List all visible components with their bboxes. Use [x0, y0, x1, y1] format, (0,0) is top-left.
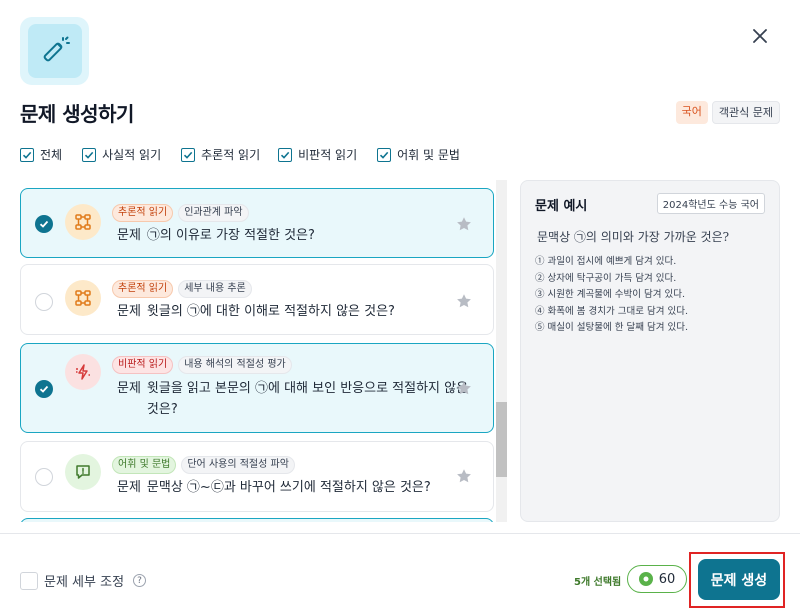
filter-factual-reading[interactable]: 사실적 읽기 [82, 146, 161, 163]
filter-vocabulary-grammar[interactable]: 어휘 및 문법 [377, 146, 460, 163]
filter-label: 사실적 읽기 [102, 148, 162, 162]
credit-value: 60 [658, 571, 676, 587]
checkbox-checked-icon[interactable] [20, 147, 34, 162]
category-filters: 전체 사실적 읽기 추론적 읽기 비판적 읽기 어휘 및 문법 [20, 146, 460, 163]
example-option: ① 과일이 접시에 예쁘게 담겨 있다. [535, 256, 677, 267]
lightning-icon [65, 354, 101, 390]
star-icon[interactable] [456, 468, 472, 484]
star-icon[interactable] [456, 216, 472, 232]
question-list[interactable]: 추론적 읽기 인과관계 파악 문제 ㉠의 이유로 가장 적절한 것은? 추론적 … [20, 180, 494, 522]
example-option: ⑤ 매실이 설탕물에 한 달째 담겨 있다. [535, 322, 688, 333]
checkbox-checked-icon[interactable] [377, 147, 392, 162]
subcategory-badge: 인과관계 파악 [178, 204, 249, 222]
question-text: 문제 윗글의 ㉠에 대한 이해로 적절하지 않은 것은? [117, 304, 395, 319]
checkbox-checked-icon[interactable] [278, 147, 293, 162]
star-icon[interactable] [456, 293, 472, 309]
magic-wand-icon [43, 36, 70, 62]
star-icon[interactable] [456, 380, 472, 396]
help-icon[interactable]: ? [133, 574, 147, 587]
radio-unselected-icon[interactable] [35, 468, 53, 486]
footer-divider [0, 533, 800, 534]
detail-adjust-label: 문제 세부 조정 [44, 575, 125, 590]
question-text: 문제 윗글을 읽고 본문의 ㉠에 대해 보인 반응으로 적절하지 않은 것은? [117, 381, 469, 417]
dialog-tags: 국어 객관식 문제 [675, 101, 780, 124]
chat-icon [65, 454, 101, 490]
radio-unselected-icon[interactable] [35, 293, 53, 311]
checkbox-unchecked-icon[interactable] [20, 571, 38, 590]
subcategory-badge: 세부 내용 추론 [178, 280, 252, 298]
example-options: ① 과일이 접시에 예쁘게 담겨 있다. ② 상자에 탁구공이 가득 담겨 있다… [535, 254, 688, 337]
example-option: ② 상자에 탁구공이 가득 담겨 있다. [535, 272, 677, 284]
scrollbar-thumb[interactable] [496, 402, 507, 477]
generate-button[interactable]: 문제 생성 [698, 559, 780, 600]
question-text: 문제 ㉠의 이유로 가장 적절한 것은? [117, 228, 315, 243]
category-badge: 추론적 읽기 [112, 280, 174, 298]
example-question: 문맥상 ㉠의 의미와 가장 가까운 것은? [537, 230, 730, 244]
filter-label: 전체 [40, 148, 63, 162]
example-option: ④ 화폭에 봄 경치가 그대로 담겨 있다. [535, 305, 688, 317]
selected-check-icon[interactable] [35, 380, 53, 398]
filter-label: 어휘 및 문법 [397, 148, 460, 162]
question-card[interactable]: 추론적 읽기 세부 내용 추론 문제 윗글의 ㉠에 대한 이해로 적절하지 않은… [20, 264, 494, 335]
filter-critical-reading[interactable]: 비판적 읽기 [278, 146, 357, 163]
close-icon [753, 29, 767, 43]
filter-all[interactable]: 전체 [20, 146, 62, 163]
subject-tag: 국어 [675, 101, 708, 124]
category-badge: 비판적 읽기 [112, 356, 174, 374]
filter-label: 비판적 읽기 [298, 148, 358, 162]
diagram-icon [65, 280, 101, 316]
question-card[interactable]: 추론적 읽기 인과관계 파악 문제 ㉠의 이유로 가장 적절한 것은? [20, 188, 494, 258]
question-generator-dialog: 문제 생성하기 국어 객관식 문제 전체 사실적 읽기 추론적 읽기 비판적 읽… [0, 0, 800, 614]
example-option: ③ 시원한 계곡물에 수박이 담겨 있다. [535, 289, 685, 300]
question-card[interactable]: 어휘 및 문법 단어 사용의 적절성 파악 문제 문맥상 ㉠~㉢과 바꾸어 쓰기… [20, 441, 494, 512]
example-source-badge: 2024학년도 수능 국어 [656, 193, 765, 214]
dialog-title: 문제 생성하기 [20, 102, 134, 126]
close-button[interactable] [748, 24, 772, 48]
list-scrollbar[interactable] [496, 180, 507, 522]
diagram-icon [65, 204, 101, 240]
filter-inferential-reading[interactable]: 추론적 읽기 [181, 146, 260, 163]
credit-cost: 60 [627, 565, 687, 593]
question-text: 문제 문맥상 ㉠~㉢과 바꾸어 쓰기에 적절하지 않은 것은? [117, 480, 431, 495]
checkbox-checked-icon[interactable] [181, 147, 196, 162]
detail-adjust-toggle[interactable]: 문제 세부 조정 ? [20, 571, 147, 590]
category-badge: 어휘 및 문법 [112, 456, 177, 474]
question-card[interactable]: 비판적 읽기 내용 해석의 적절성 평가 문제 윗글을 읽고 본문의 ㉠에 대해… [20, 343, 494, 433]
question-card[interactable] [20, 518, 494, 522]
checkbox-checked-icon[interactable] [82, 147, 97, 162]
coin-icon [638, 572, 653, 586]
category-badge: 추론적 읽기 [112, 204, 174, 222]
subcategory-badge: 내용 해석의 적절성 평가 [178, 356, 292, 374]
filter-label: 추론적 읽기 [201, 148, 261, 162]
selected-count: 5개 선택됨 [574, 577, 622, 588]
magic-wand-badge [20, 17, 89, 85]
example-title: 문제 예시 [535, 199, 588, 214]
selected-check-icon[interactable] [35, 215, 53, 233]
subcategory-badge: 단어 사용의 적절성 파악 [181, 456, 295, 474]
example-panel: 문제 예시 2024학년도 수능 국어 문맥상 ㉠의 의미와 가장 가까운 것은… [520, 180, 780, 522]
question-type-tag: 객관식 문제 [711, 101, 780, 124]
